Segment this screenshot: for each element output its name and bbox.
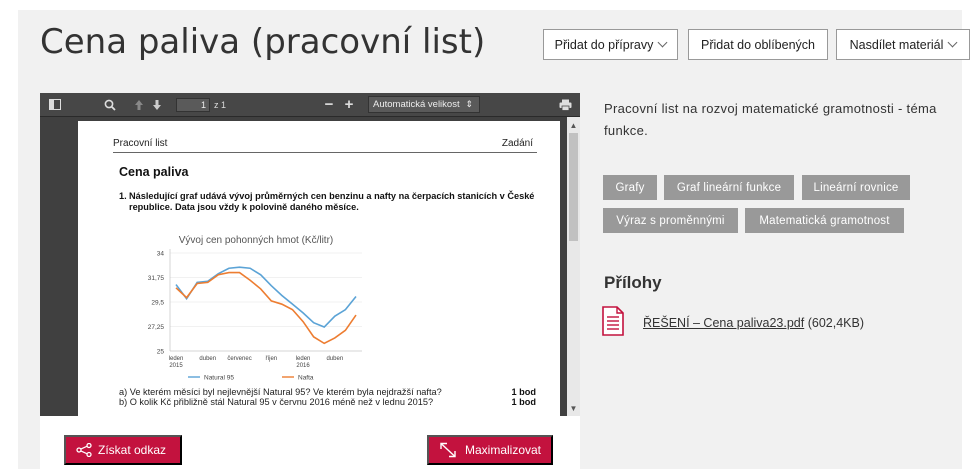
add-to-favorites-label: Přidat do oblíbených — [701, 37, 815, 52]
next-page-icon[interactable] — [152, 98, 162, 111]
get-link-button[interactable]: Získat odkaz — [64, 435, 182, 465]
tag-graf-linearni-funkce[interactable]: Graf lineární funkce — [664, 175, 794, 200]
pdf-file-icon — [602, 306, 624, 336]
attachments-heading: Přílohy — [604, 273, 662, 292]
maximize-label: Maximalizovat — [465, 443, 542, 457]
y-tick-label: 27,25 — [148, 324, 165, 331]
search-icon[interactable] — [104, 98, 116, 111]
x-tick-label: říjen — [265, 356, 277, 362]
question-text-line1: Následující graf udává vývoj průměrných … — [129, 191, 535, 201]
pdf-viewer: 1 z 1 − + Automatická velikost ⇕ Pracovn… — [40, 93, 580, 416]
tag-matematicka-gramotnost[interactable]: Matematická gramotnost — [745, 208, 904, 233]
y-tick-label: 31,75 — [148, 275, 165, 282]
x-tick-label: leden — [296, 356, 311, 362]
question-b: b) O kolik Kč přibližně stál Natural 95 … — [119, 397, 434, 407]
share-material-button[interactable]: Nasdílet materiál — [836, 29, 970, 60]
x-tick-label: leden — [169, 356, 184, 362]
attachment-link[interactable]: ŘEŠENÍ – Cena paliva23.pdf — [643, 316, 804, 330]
zoom-select-value: Automatická velikost — [373, 99, 460, 110]
add-to-preparation-label: Přidat do přípravy — [554, 37, 654, 52]
attachment-size: (602,4KB) — [807, 316, 864, 330]
question-a: a) Ve kterém měsíci byl nejlevnější Natu… — [119, 387, 442, 397]
x-tick-label: duben — [326, 356, 343, 362]
get-link-label: Získat odkaz — [98, 443, 167, 457]
chevron-down-icon — [947, 37, 958, 48]
scroll-up-icon[interactable]: ▲ — [567, 119, 580, 132]
doc-title: Cena paliva — [119, 165, 189, 179]
print-icon[interactable] — [558, 98, 572, 111]
x-tick-label-year: 2015 — [169, 363, 183, 369]
pdf-page: Pracovní list Zadání Cena paliva 1. Násle… — [78, 121, 560, 416]
pdf-toolbar: 1 z 1 − + Automatická velikost ⇕ — [40, 93, 580, 117]
legend-label-1: Nafta — [298, 375, 314, 382]
material-description: Pracovní list na rozvoj matematické gram… — [604, 101, 937, 138]
doc-header-rule — [113, 152, 537, 153]
y-tick-label: 29,5 — [151, 300, 164, 307]
chevron-down-icon — [657, 37, 668, 48]
zoom-in-icon[interactable]: + — [343, 96, 355, 113]
tag-grafy[interactable]: Grafy — [603, 175, 657, 200]
doc-header-right: Zadání — [501, 138, 533, 149]
y-tick-label: 34 — [157, 251, 165, 258]
x-tick-label: červenec — [227, 356, 251, 362]
zoom-out-icon[interactable]: − — [323, 96, 335, 113]
maximize-arrows-icon — [439, 442, 457, 458]
attachment-item: ŘEŠENÍ – Cena paliva23.pdf (602,4KB) — [643, 316, 864, 330]
share-material-label: Nasdílet materiál — [849, 37, 944, 52]
question-b-points: 1 bod — [511, 397, 537, 407]
zoom-select[interactable]: Automatická velikost ⇕ — [368, 96, 480, 113]
doc-header-left: Pracovní list — [113, 138, 168, 149]
add-to-favorites-button[interactable]: Přidat do oblíbených — [688, 29, 828, 60]
legend-label-0: Natural 95 — [204, 375, 234, 382]
y-tick-label: 25 — [157, 349, 165, 356]
chart-title: Vývoj cen pohonných hmot (Kč/litr) — [179, 235, 334, 246]
page-title: Cena paliva (pracovní list) — [40, 22, 486, 62]
fuel-price-chart: Vývoj cen pohonných hmot (Kč/litr) 34 31,7… — [130, 229, 370, 384]
share-nodes-icon — [76, 443, 92, 457]
tag-vyraz-s-promennymi[interactable]: Výraz s proměnnými — [603, 208, 738, 233]
sidebar-toggle-icon[interactable] — [49, 99, 61, 110]
add-to-preparation-button[interactable]: Přidat do přípravy — [543, 29, 678, 60]
previous-page-icon[interactable] — [134, 98, 144, 111]
maximize-button[interactable]: Maximalizovat — [427, 435, 553, 465]
page-number-input[interactable]: 1 — [176, 98, 210, 112]
question-number: 1. — [119, 191, 127, 201]
select-arrows-icon: ⇕ — [465, 99, 473, 109]
page-count: z 1 — [214, 100, 227, 110]
x-tick-label-year: 2016 — [296, 363, 310, 369]
question-a-points: 1 bod — [511, 387, 537, 397]
question-text-line2: republice. Data jsou vždy k polovině dan… — [129, 202, 359, 212]
x-tick-label: duben — [199, 356, 216, 362]
doc-question-1: 1. Následující graf udává vývoj průměrnýc… — [119, 191, 559, 213]
pdf-scrollbar-thumb[interactable] — [569, 133, 578, 241]
tag-linearni-rovnice[interactable]: Lineární rovnice — [802, 175, 910, 200]
scroll-down-icon[interactable]: ▼ — [567, 402, 580, 415]
